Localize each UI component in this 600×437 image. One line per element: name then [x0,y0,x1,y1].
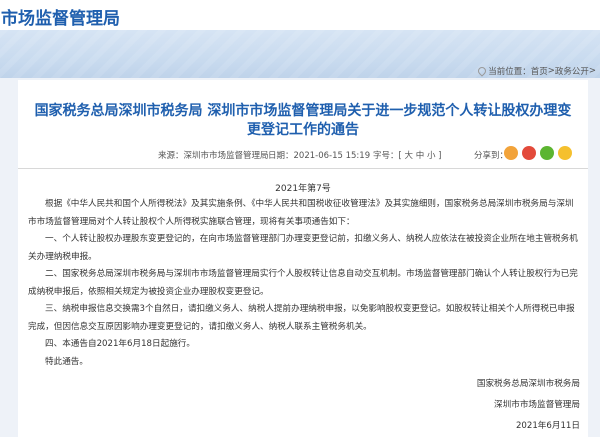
share-label: 分享到： [474,151,509,161]
date-value: 2021-06-15 15:19 [293,151,371,161]
site-header: 市场监督管理局 [0,0,600,30]
article-date: 日期：2021-06-15 15:19 [268,149,370,161]
date-label: 日期： [268,151,294,161]
location-icon [477,67,485,76]
article-meta: 来源：深圳市市场监督管理局 日期：2021-06-15 15:19 字号：[ 大… [18,146,588,164]
qzone-icon[interactable] [504,146,518,160]
paragraph: 根据《中华人民共和国个人所得税法》及其实施条例、《中华人民共和国税收征收管理法》… [28,199,574,227]
breadcrumb-separator: > [547,66,555,76]
breadcrumb-bar: 当前位置： 首页 > 政务公开 > [18,64,600,80]
wechat-icon[interactable] [540,146,554,160]
paragraph: 三、纳税申报信息交换需3个自然日，请扣缴义务人、纳税人提前办理纳税申报，以免影响… [28,304,575,332]
breadcrumb-prefix: 当前位置： [488,67,531,77]
article-source: 来源：深圳市市场监督管理局 [158,149,269,161]
share-icons [504,146,572,160]
weibo-icon[interactable] [522,146,536,160]
article-panel: 国家税务总局深圳市税务局 深圳市市场监督管理局关于进一步规范个人转让股权办理变更… [18,80,588,437]
article-title: 国家税务总局深圳市税务局 深圳市市场监督管理局关于进一步规范个人转让股权办理变更… [34,103,572,138]
breadcrumb-home[interactable]: 首页 [531,65,548,77]
size-options[interactable]: [ 大 中 小 ] [399,151,442,161]
paragraph: 二、国家税务总局深圳市税务局与深圳市市场监督管理局实行个人股权转让信息自动交互机… [28,269,578,297]
size-label: 字号： [373,151,399,161]
share-more-icon[interactable] [558,146,572,160]
signoff: 国家税务总局深圳市税务局 深圳市市场监督管理局 2021年6月11日 [477,374,580,437]
paragraph: 四、本通告自2021年6月18日起施行。 [45,339,195,349]
signoff-line: 国家税务总局深圳市税务局 [476,379,580,389]
paragraph: 特此通告。 [45,356,88,367]
paragraph: 一、个人转让股权办理股东变更登记的，在向市场监督管理部门办理变更登记前，扣缴义务… [28,234,578,262]
article-body: 根据《中华人民共和国个人所得税法》及其实施条例、《中华人民共和国税收征收管理法》… [28,196,580,371]
signoff-date: 2021年6月11日 [515,421,580,431]
document-number: 2021年第7号 [275,184,331,194]
source-label: 来源： [158,151,184,161]
divider [18,168,588,169]
site-title[interactable]: 市场监督管理局 [1,4,120,29]
signoff-line: 深圳市市场监督管理局 [494,400,580,410]
breadcrumb-section[interactable]: 政务公开 [555,65,589,77]
source-value: 深圳市市场监督管理局 [183,151,269,161]
font-size-switcher: 字号：[ 大 中 小 ] [373,149,441,161]
breadcrumb-separator: > [588,66,596,76]
breadcrumb: 当前位置： 首页 > 政务公开 > [477,65,596,77]
